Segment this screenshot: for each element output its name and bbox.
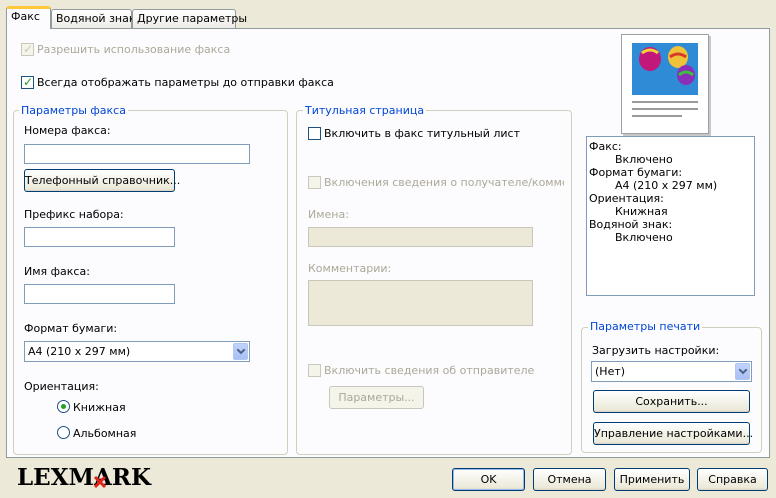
- include-cover-label: Включить в факс титульный лист: [324, 127, 520, 140]
- fax-params-title: Параметры факса: [19, 104, 128, 117]
- allow-fax-label: Разрешить использование факса: [37, 43, 231, 56]
- settings-summary: Факс: Включено Формат бумаги: A4 (210 x …: [586, 136, 755, 296]
- chevron-down-icon[interactable]: [233, 343, 248, 360]
- lexmark-logo: LEXMARK: [17, 464, 151, 491]
- chevron-down-icon[interactable]: [735, 363, 750, 380]
- logo-text: LEXMARK: [17, 464, 151, 491]
- comments-label: Комментарии:: [308, 262, 392, 275]
- portrait-label: Книжная: [73, 401, 126, 414]
- save-settings-button[interactable]: Сохранить...: [593, 390, 750, 413]
- page-preview: [621, 34, 709, 134]
- ok-button[interactable]: OK: [452, 468, 525, 491]
- include-sender-label: Включить сведения об отправителе: [324, 364, 535, 377]
- cover-page-title: Титульная страница: [303, 104, 427, 117]
- load-settings-value: (Нет): [595, 365, 626, 378]
- allow-fax-checkbox[interactable]: ✓: [21, 42, 34, 56]
- portrait-radio[interactable]: [57, 400, 70, 413]
- phonebook-button[interactable]: Телефонный справочник...: [24, 169, 180, 192]
- checkmark-icon: ✓: [23, 42, 34, 56]
- summary-key: Ориентация:: [589, 192, 664, 205]
- checkmark-icon: ✓: [23, 75, 34, 89]
- load-settings-select[interactable]: (Нет): [591, 361, 752, 382]
- cancel-button[interactable]: Отмена: [533, 468, 606, 491]
- orientation-label: Ориентация:: [24, 380, 99, 393]
- always-show-label: Всегда отображать параметры до отправки …: [37, 76, 334, 89]
- manage-settings-button[interactable]: Управление настройками...: [593, 422, 753, 445]
- paper-size-value: A4 (210 x 297 мм): [28, 345, 131, 358]
- summary-key: Формат бумаги:: [589, 166, 683, 179]
- summary-key: Водяной знак:: [589, 218, 673, 231]
- fax-numbers-label: Номера факса:: [24, 124, 111, 137]
- fax-numbers-input[interactable]: [24, 144, 250, 164]
- landscape-radio[interactable]: [57, 426, 70, 439]
- summary-value: A4 (210 x 297 мм): [615, 179, 718, 192]
- balloons-preview-icon: [632, 43, 698, 117]
- include-recipient-label: Включения сведения о получателе/коммента…: [324, 176, 564, 189]
- dial-prefix-label: Префикс набора:: [24, 208, 124, 221]
- include-recipient-checkbox[interactable]: [308, 176, 321, 189]
- logo-x-mark-icon: [93, 475, 107, 489]
- fax-name-input[interactable]: [24, 284, 175, 304]
- paper-size-select[interactable]: A4 (210 x 297 мм): [24, 341, 250, 362]
- comments-input[interactable]: [308, 280, 533, 326]
- cover-params-button[interactable]: Параметры...: [329, 386, 424, 409]
- include-cover-checkbox[interactable]: [308, 127, 321, 140]
- summary-value: Включено: [615, 153, 673, 166]
- summary-value: Включено: [615, 231, 673, 244]
- names-label: Имена:: [308, 208, 349, 221]
- load-settings-label: Загрузить настройки:: [592, 344, 720, 357]
- fax-name-label: Имя факса:: [24, 265, 90, 278]
- summary-key: Факс:: [589, 140, 622, 153]
- dial-prefix-input[interactable]: [24, 227, 175, 247]
- print-params-title: Параметры печати: [588, 320, 703, 333]
- radio-dot-icon: [61, 404, 66, 409]
- always-show-checkbox[interactable]: ✓: [21, 75, 34, 89]
- paper-size-label: Формат бумаги:: [24, 322, 118, 335]
- include-sender-checkbox[interactable]: [308, 364, 321, 377]
- help-button[interactable]: Справка: [697, 468, 768, 491]
- summary-value: Книжная: [615, 205, 668, 218]
- apply-button[interactable]: Применить: [614, 468, 690, 491]
- names-input[interactable]: [308, 227, 533, 247]
- landscape-label: Альбомная: [73, 427, 137, 440]
